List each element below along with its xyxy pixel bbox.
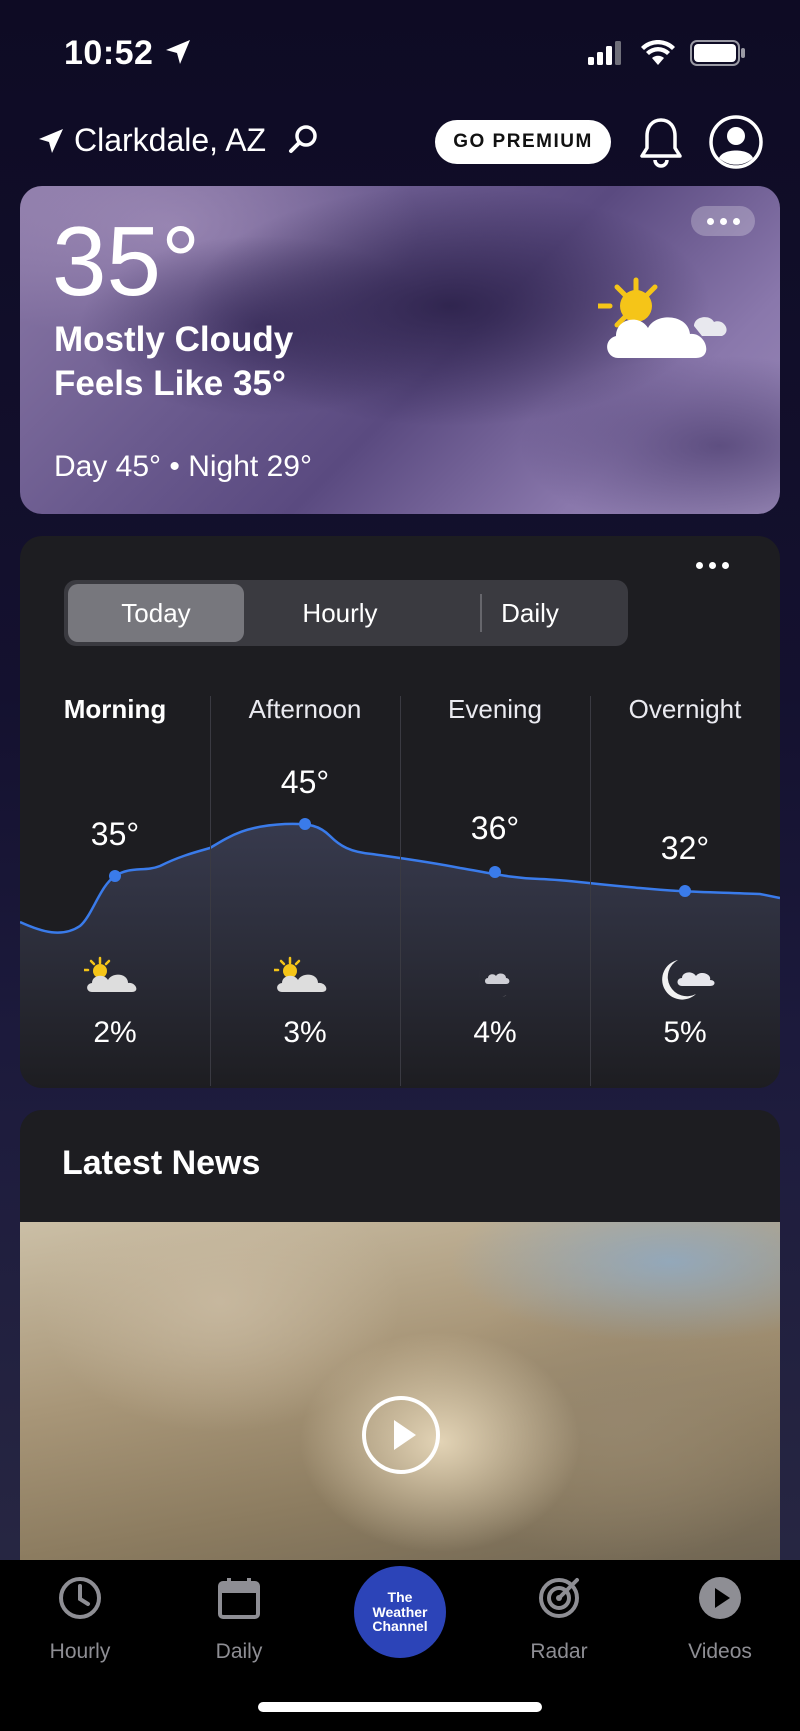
play-icon <box>394 1420 416 1450</box>
status-icons <box>586 40 746 66</box>
forecast-card: Today Hourly Daily Morning 35° 2% Aftern… <box>20 536 780 1088</box>
wifi-icon <box>641 40 675 65</box>
home-indicator[interactable] <box>258 1702 542 1712</box>
partly-cloudy-day-icon <box>84 956 137 992</box>
night-cloudy-icon <box>662 960 715 1000</box>
bell-icon[interactable] <box>638 114 684 170</box>
period-temp-evening: 36° <box>470 810 520 846</box>
feels-like: Feels Like 35° <box>54 364 286 403</box>
period-temp-afternoon: 45° <box>280 764 330 800</box>
period-label-overnight: Overnight <box>628 694 742 724</box>
logo-line-1: The <box>387 1588 413 1605</box>
search-icon[interactable] <box>286 122 322 158</box>
location-services-icon <box>166 40 190 64</box>
tab-bar-radar-label: Radar <box>530 1640 588 1663</box>
logo-line-3: Channel <box>372 1618 428 1635</box>
go-premium-button[interactable]: GO PREMIUM <box>435 120 611 164</box>
more-options-button[interactable] <box>691 206 755 236</box>
latest-news-card: Latest News <box>20 1110 780 1570</box>
profile-icon[interactable] <box>708 114 764 170</box>
play-button[interactable] <box>362 1396 440 1474</box>
location-arrow-icon[interactable] <box>36 126 66 156</box>
precip-evening: 4% <box>473 1016 517 1049</box>
tab-bar-daily-label: Daily <box>215 1640 263 1663</box>
period-temp-morning: 35° <box>90 816 140 852</box>
tab-bar-videos[interactable]: Videos <box>650 1560 790 1680</box>
period-label-morning: Morning <box>63 694 167 724</box>
current-temperature: 35° <box>52 206 201 316</box>
tab-bar-daily[interactable]: Daily <box>169 1560 309 1680</box>
location-name[interactable]: Clarkdale, AZ <box>74 122 266 159</box>
radar-icon <box>539 1578 579 1618</box>
logo-line-2: Weather <box>372 1603 428 1620</box>
day-night-temps: Day 45° • Night 29° <box>54 450 312 483</box>
news-section-title: Latest News <box>62 1144 261 1182</box>
clock-icon <box>59 1577 101 1619</box>
tab-bar-videos-label: Videos <box>688 1640 752 1663</box>
precip-overnight: 5% <box>663 1016 707 1049</box>
period-temp-overnight: 32° <box>660 830 710 866</box>
temp-point-overnight <box>679 885 691 897</box>
partly-cloudy-day-icon <box>274 956 327 992</box>
precip-afternoon: 3% <box>283 1016 327 1049</box>
tab-bar-hourly-label: Hourly <box>49 1640 111 1663</box>
period-label-afternoon: Afternoon <box>248 694 362 724</box>
temp-point-morning <box>109 870 121 882</box>
news-video-thumbnail[interactable] <box>20 1222 780 1570</box>
night-cloudy-icon <box>479 958 510 997</box>
play-circle-icon <box>699 1577 741 1619</box>
temp-point-afternoon <box>299 818 311 830</box>
current-condition: Mostly Cloudy <box>54 320 294 359</box>
temp-point-evening <box>489 866 501 878</box>
tab-bar-radar[interactable]: Radar <box>489 1560 629 1680</box>
cellular-signal-icon <box>588 41 621 65</box>
period-label-evening: Evening <box>448 694 542 724</box>
current-conditions-card[interactable]: 35° Mostly Cloudy Feels Like 35° Day 45°… <box>20 186 780 514</box>
status-time: 10:52 <box>64 34 154 72</box>
calendar-icon <box>218 1578 260 1619</box>
weather-channel-logo[interactable]: The Weather Channel <box>354 1566 446 1658</box>
partly-cloudy-icon <box>598 277 727 358</box>
status-bar: 10:52 <box>0 0 800 100</box>
location-header: Clarkdale, AZ GO PREMIUM <box>0 110 800 180</box>
battery-icon <box>690 40 745 66</box>
tab-bar-hourly[interactable]: Hourly <box>10 1560 150 1680</box>
precip-morning: 2% <box>93 1016 137 1049</box>
